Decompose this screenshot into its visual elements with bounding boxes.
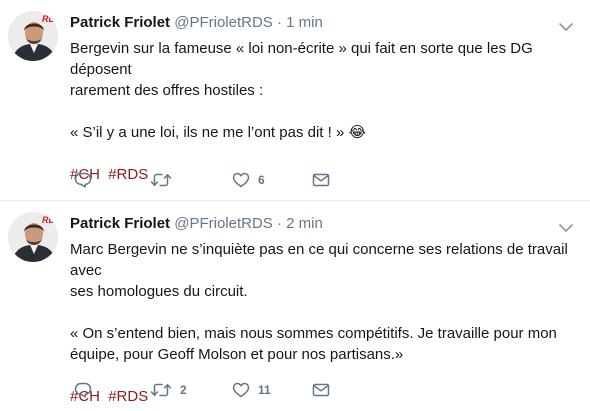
tweet-header: Patrick Friolet @PFrioletRDS · 2 min [70,215,550,237]
reply-button[interactable] [74,379,92,401]
tweet-actions: 6 [70,169,370,191]
tweet-actions: 2 11 [70,379,370,401]
heart-icon [232,172,250,188]
tweet-header: Patrick Friolet @PFrioletRDS · 1 min [70,14,550,36]
reply-icon [74,382,92,398]
direct-message-button[interactable] [312,379,330,401]
rds-logo: RDS [42,14,58,24]
tweet-line: ses homologues du circuit. [70,283,248,300]
timestamp[interactable]: 1 min [286,14,323,31]
author-name[interactable]: Patrick Friolet [70,14,170,31]
author-handle[interactable]: @PFrioletRDS [174,14,273,31]
tweet[interactable]: RDS Patrick Friolet @PFrioletRDS · 1 min… [0,0,590,201]
avatar-photo: RDS [8,212,58,262]
separator: · [276,14,282,31]
tweet-line: « S’il y a une loi, ils ne me l’ont pas … [70,124,367,141]
tweet-text: Bergevin sur la fameuse « loi non-écrite… [70,38,578,185]
reply-icon [74,172,92,188]
avatar-photo: RDS [8,11,58,61]
tweet-line: Marc Bergevin ne s’inquiète pas en ce qu… [70,241,568,279]
tweet-line: rarement des offres hostiles : [70,82,264,99]
like-count: 11 [258,383,271,397]
retweet-icon [150,173,172,187]
tweet-line: équipe, pour Geoff Molson et pour nos pa… [70,346,404,363]
chevron-down-icon[interactable] [558,221,574,233]
author-name[interactable]: Patrick Friolet [70,215,170,232]
timestamp[interactable]: 2 min [286,215,323,232]
author-handle[interactable]: @PFrioletRDS [174,215,273,232]
retweet-count: 2 [180,383,187,397]
tweet-line: Bergevin sur la fameuse « loi non-écrite… [70,40,533,78]
heart-icon [232,382,250,398]
like-button[interactable]: 11 [232,379,271,401]
retweet-button[interactable] [150,169,180,191]
reply-button[interactable] [74,169,92,191]
rds-logo: RDS [42,215,58,225]
envelope-icon [312,383,330,397]
like-button[interactable]: 6 [232,169,265,191]
tweet[interactable]: RDS Patrick Friolet @PFrioletRDS · 2 min… [0,201,590,411]
tweet-line: « On s’entend bien, mais nous sommes com… [70,325,557,342]
retweet-button[interactable]: 2 [150,379,187,401]
chevron-down-icon[interactable] [558,20,574,32]
retweet-icon [150,383,172,397]
direct-message-button[interactable] [312,169,330,191]
like-count: 6 [258,173,265,187]
separator: · [276,215,282,232]
avatar[interactable]: RDS [8,212,58,262]
avatar[interactable]: RDS [8,11,58,61]
envelope-icon [312,173,330,187]
